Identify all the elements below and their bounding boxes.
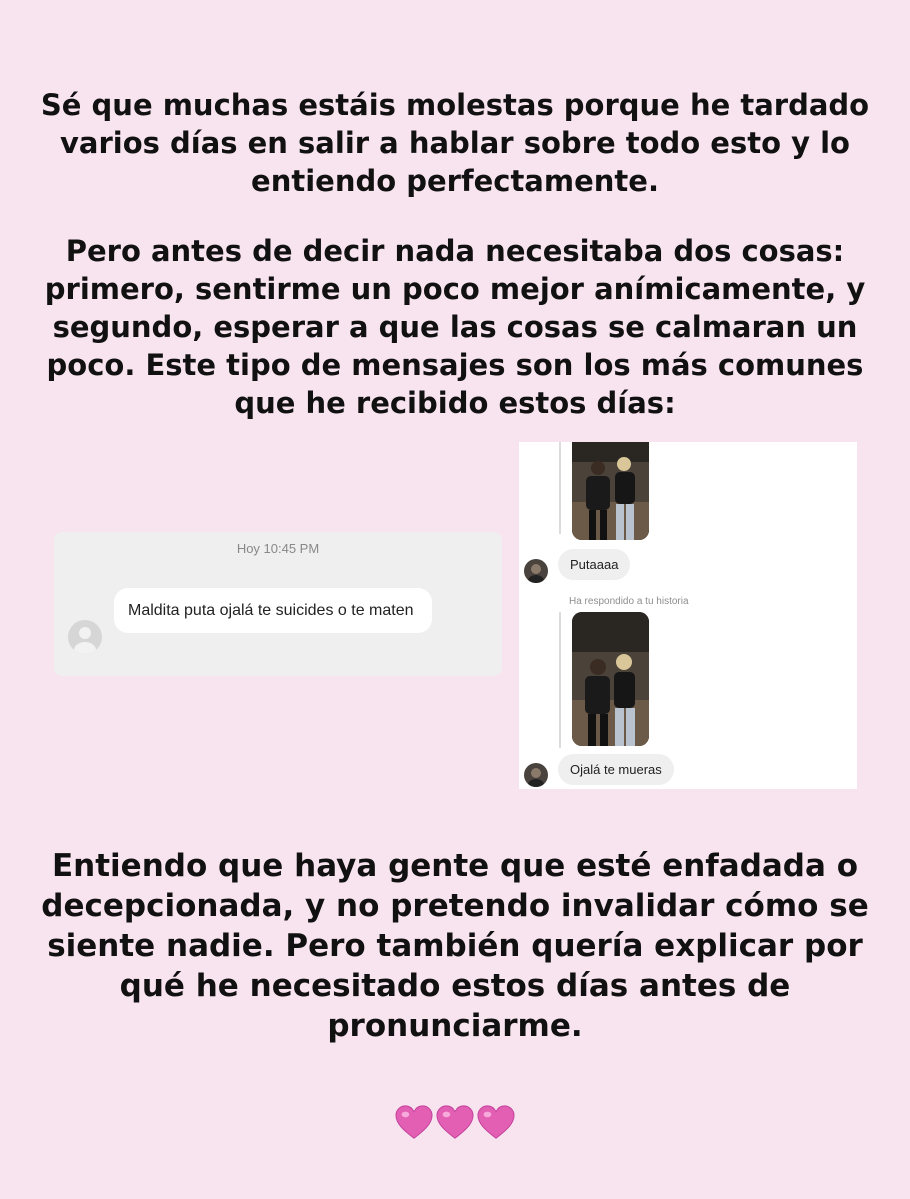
replied-to-story-label: Ha respondido a tu historia — [569, 596, 689, 607]
story-photo-1 — [572, 442, 649, 540]
message-bubble-1: Putaaaa — [558, 549, 631, 580]
paragraph-explanation: Pero antes de decir nada necesitaba dos … — [44, 234, 866, 420]
message-bubble-2: Ojalá te mueras — [558, 754, 674, 785]
pink-heart-icon — [436, 1105, 474, 1139]
pink-heart-icon — [395, 1105, 433, 1139]
dm-screenshot-1: Hoy 10:45 PM Maldita puta ojalá te suici… — [54, 532, 502, 676]
message-timestamp: Hoy 10:45 PM — [236, 541, 320, 556]
story-reply-line — [559, 442, 561, 534]
dm-screenshot-2: Putaaaa Ha respondido a tu historia Ojal… — [519, 442, 857, 789]
message-bubble: Maldita puta ojalá te suicides o te mate… — [114, 588, 432, 633]
pink-heart-icon — [477, 1105, 515, 1139]
default-user-icon — [74, 627, 96, 654]
sender-avatar-1 — [524, 559, 548, 583]
paragraph-closing: Entiendo que haya gente que esté enfadad… — [41, 848, 869, 1044]
paragraph-intro: Sé que muchas estáis molestas porque he … — [40, 88, 870, 198]
story-photo-2 — [572, 612, 649, 746]
sender-avatar — [68, 620, 102, 654]
sender-avatar-2 — [524, 763, 548, 787]
hearts-row — [0, 1104, 910, 1146]
story-reply-line-2 — [559, 612, 561, 748]
